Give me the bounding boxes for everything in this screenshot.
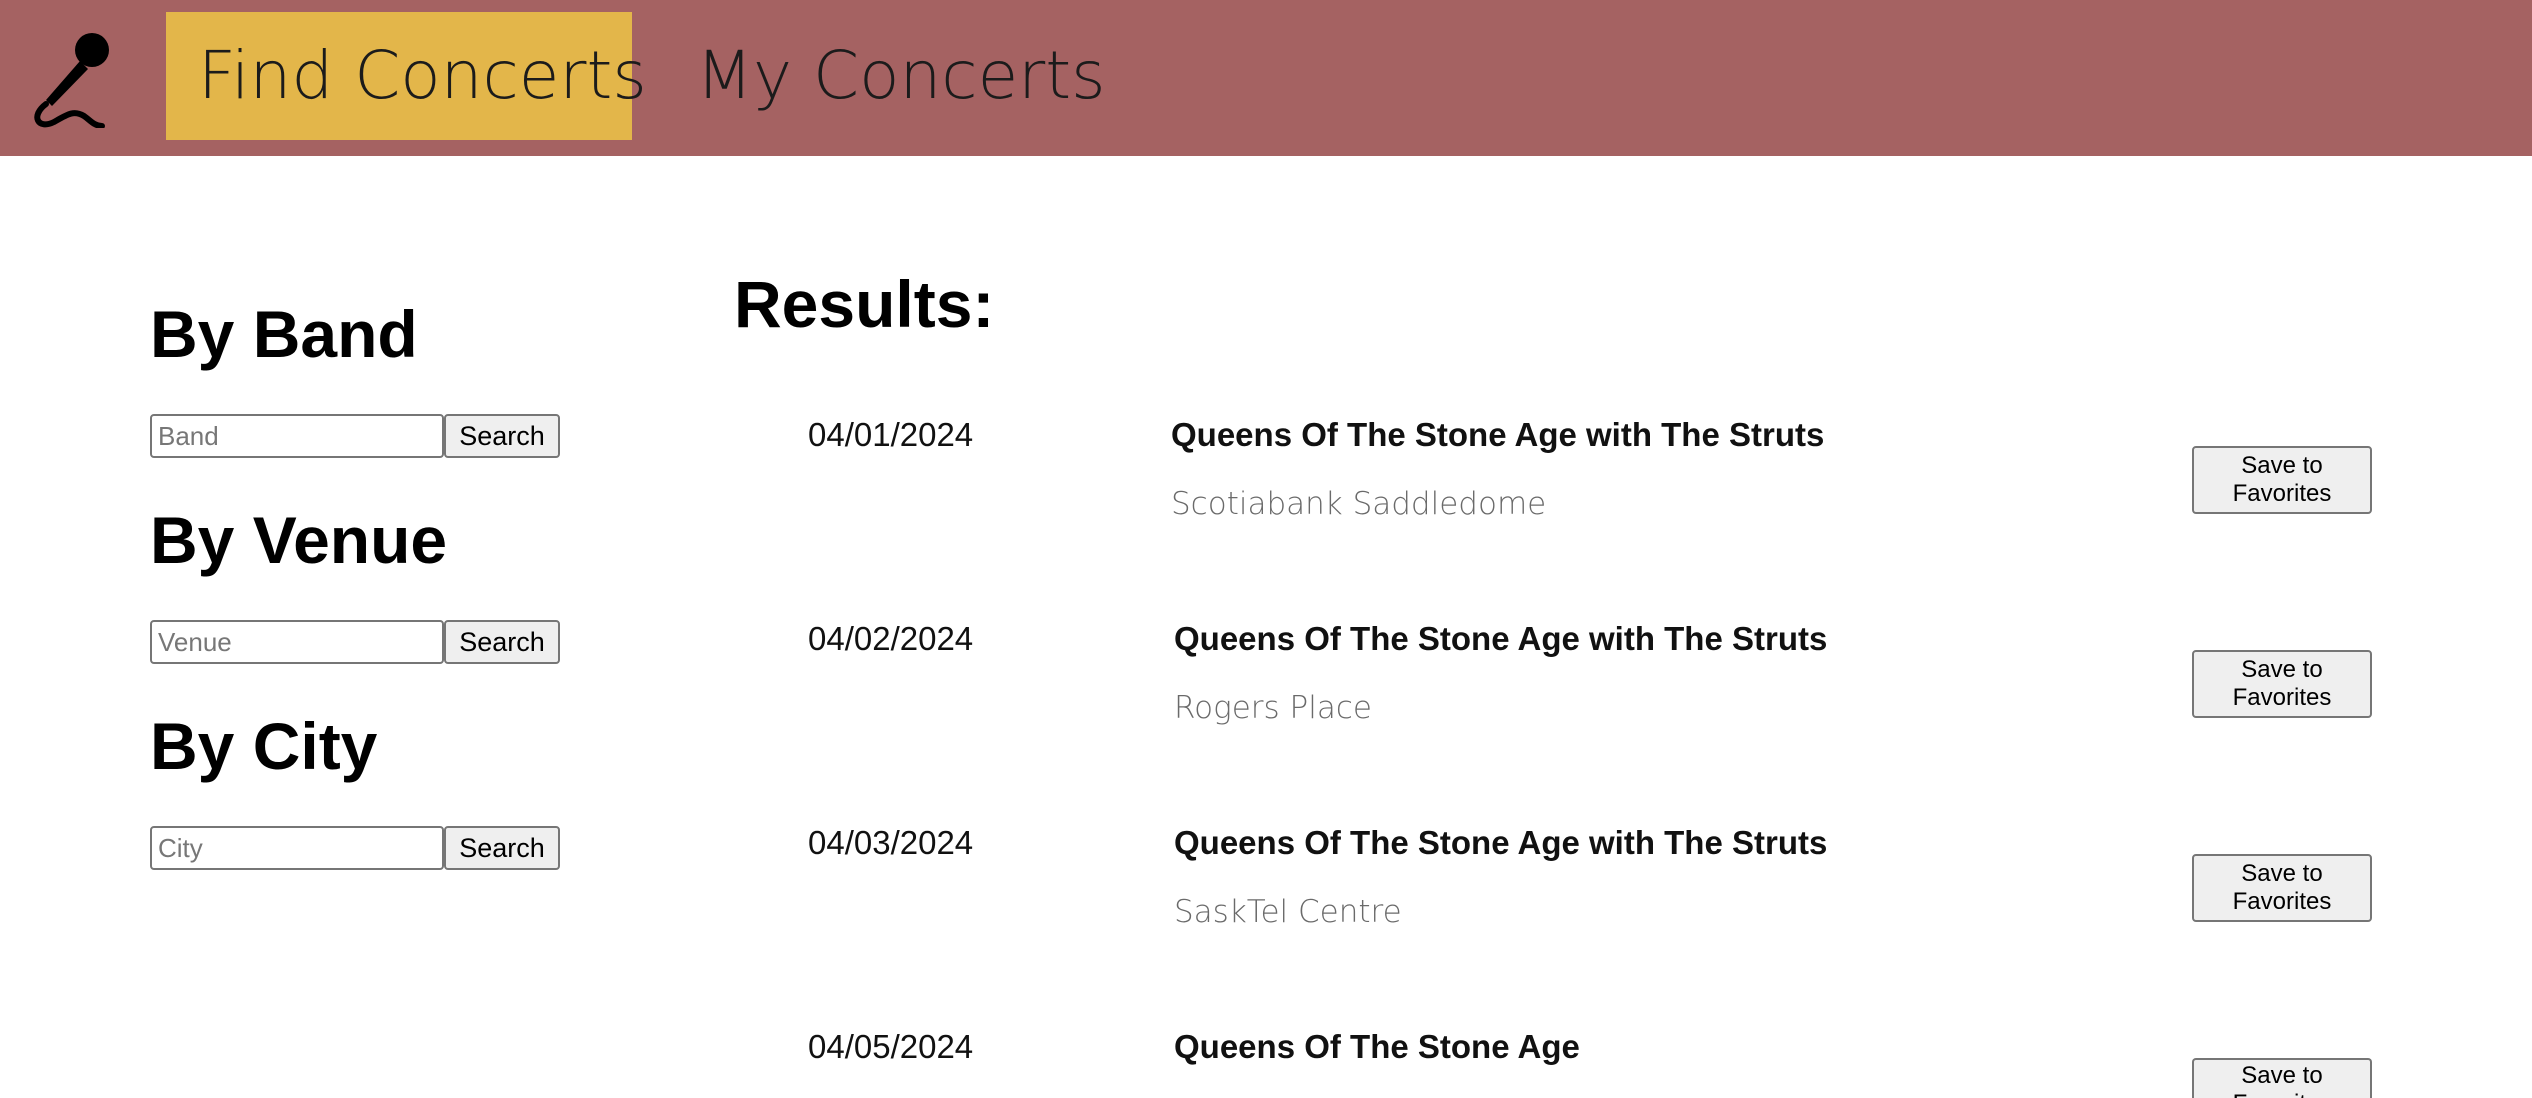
city-search-button[interactable]: Search <box>444 826 560 870</box>
tab-my-concerts[interactable]: My Concerts <box>664 12 1138 140</box>
result-date: 04/02/2024 <box>808 620 974 657</box>
result-date: 04/05/2024 <box>808 1028 974 1065</box>
result-title: Queens Of The Stone Age with The Struts <box>1171 416 1825 453</box>
result-venue: Rogers Place <box>1174 690 1372 726</box>
top-nav-bar: Find Concerts My Concerts <box>0 0 2532 156</box>
result-venue: Scotiabank Saddledome <box>1171 486 1547 522</box>
band-search-input[interactable] <box>150 414 444 458</box>
result-title: Queens Of The Stone Age with The Struts <box>1174 620 1828 657</box>
result-date: 04/03/2024 <box>808 824 974 861</box>
result-date: 04/01/2024 <box>808 416 974 453</box>
city-search-input[interactable] <box>150 826 444 870</box>
results-heading: Results: <box>734 267 995 341</box>
save-to-favorites-button[interactable]: Save to Favorites <box>2192 854 2372 922</box>
by-band-heading: By Band <box>150 297 418 371</box>
save-to-favorites-button[interactable]: Save to Favorites <box>2192 1058 2372 1098</box>
result-title: Queens Of The Stone Age with The Struts <box>1174 824 1828 861</box>
result-title: Queens Of The Stone Age <box>1174 1028 1580 1065</box>
venue-search-button[interactable]: Search <box>444 620 560 664</box>
save-to-favorites-button[interactable]: Save to Favorites <box>2192 650 2372 718</box>
result-venue: SaskTel Centre <box>1174 894 1402 930</box>
venue-search-input[interactable] <box>150 620 444 664</box>
save-to-favorites-button[interactable]: Save to Favorites <box>2192 446 2372 514</box>
tab-find-concerts[interactable]: Find Concerts <box>166 12 647 140</box>
by-venue-heading: By Venue <box>150 503 448 577</box>
microphone-icon[interactable] <box>24 26 116 128</box>
band-search-button[interactable]: Search <box>444 414 560 458</box>
by-city-heading: By City <box>150 709 378 783</box>
